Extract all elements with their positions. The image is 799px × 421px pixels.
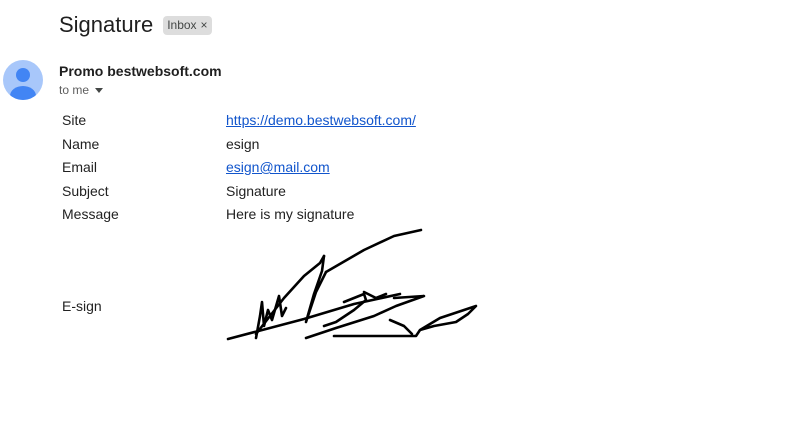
email-view: Signature Inbox × Promo bestwebsoft.com … — [0, 0, 799, 421]
field-label: Name — [62, 136, 100, 152]
user-avatar-icon — [10, 68, 36, 100]
site-link[interactable]: https://demo.bestwebsoft.com/ — [226, 112, 416, 128]
field-value: https://demo.bestwebsoft.com/ — [226, 111, 416, 129]
field-label: Email — [62, 159, 98, 175]
label-chip-text: Inbox — [167, 18, 197, 32]
caret-down-icon — [95, 87, 104, 93]
field-value: Here is my signature — [226, 206, 355, 222]
recipient-details-toggle[interactable]: to me — [59, 83, 104, 97]
field-label: Message — [62, 206, 119, 222]
signature-image — [226, 228, 478, 341]
email-link[interactable]: esign@mail.com — [226, 159, 330, 175]
email-subject: Signature — [59, 12, 154, 37]
field-value: esign — [226, 136, 260, 152]
field-value: esign@mail.com — [226, 158, 330, 176]
label-chip-inbox[interactable]: Inbox × — [163, 16, 212, 35]
field-label: E-sign — [62, 298, 102, 314]
sender-name[interactable]: Promo bestwebsoft.com — [59, 62, 222, 80]
sender-avatar[interactable] — [3, 60, 43, 100]
subject-row: Signature Inbox × — [59, 11, 212, 39]
field-label: Site — [62, 112, 87, 128]
field-label: Subject — [62, 183, 109, 199]
field-value: Signature — [226, 183, 286, 199]
recipient-text: to me — [59, 83, 90, 97]
close-icon[interactable]: × — [201, 17, 208, 34]
